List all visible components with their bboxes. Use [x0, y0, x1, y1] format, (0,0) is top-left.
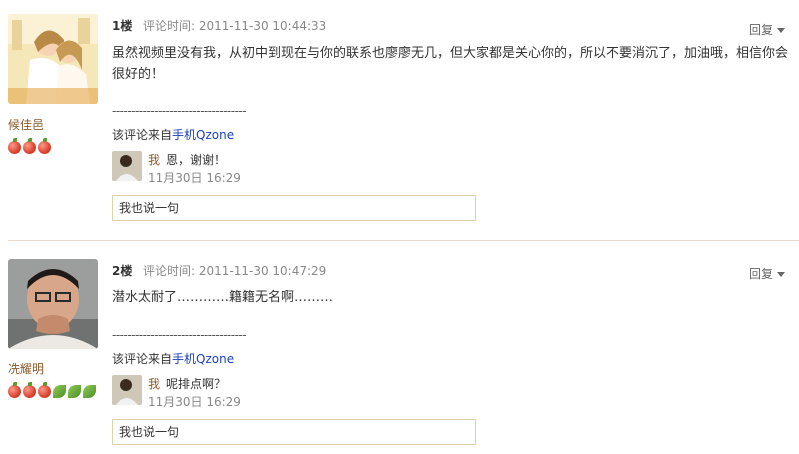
user-avatar[interactable]	[8, 259, 98, 349]
apple-badge-icon	[38, 138, 51, 154]
user-badges	[8, 382, 98, 398]
apple-badge-icon	[8, 382, 21, 398]
source-prefix: 该评论来自	[112, 352, 173, 366]
separator-dashes: -----------------------------------	[112, 328, 247, 342]
comment-text: 潜水太耐了…………籍籍无名啊………	[112, 290, 334, 305]
comment-time: 评论时间: 2011-11-30 10:44:33	[143, 19, 327, 33]
separator-dashes: -----------------------------------	[112, 104, 247, 118]
source-link[interactable]: 手机Qzone	[172, 352, 234, 366]
apple-badge-icon	[8, 138, 21, 154]
user-name[interactable]: 冼耀明	[8, 360, 44, 377]
apple-badge-icon	[23, 382, 36, 398]
floor-number: 2楼	[112, 264, 133, 278]
comment-item: 候佳邑 1楼 评论时间: 2011-11-30 10:44:33 回复 虽然视频…	[0, 0, 799, 240]
sub-reply-text: 呢排点啊？	[166, 377, 227, 391]
user-name[interactable]: 候佳邑	[8, 116, 44, 133]
sub-reply-line: 我呢排点啊？	[148, 375, 226, 392]
comment-item: 冼耀明 2楼 评论时间: 2011-11-30 10:47:29 回复 潜水太耐…	[0, 240, 799, 454]
apple-badge-icon	[38, 382, 51, 398]
leaf-badge-icon	[53, 385, 66, 398]
comment-text: 虽然视频里没有我，从初中到现在与你的联系也廖廖无几，但大家都是关心你的，所以不要…	[112, 46, 789, 82]
sub-reply-date: 11月30日 16:29	[148, 395, 241, 409]
reply-button[interactable]: 回复	[749, 265, 785, 282]
floor-number: 1楼	[112, 19, 133, 33]
sub-reply-user[interactable]: 我	[148, 377, 160, 391]
comment-time: 评论时间: 2011-11-30 10:47:29	[143, 264, 327, 278]
say-something-input[interactable]: 我也说一句	[112, 419, 476, 445]
leaf-badge-icon	[68, 385, 81, 398]
apple-badge-icon	[23, 138, 36, 154]
reply-avatar[interactable]	[112, 151, 142, 181]
user-avatar[interactable]	[8, 14, 98, 104]
reply-label: 回复	[748, 23, 773, 37]
comment-source: 该评论来自手机Qzone	[112, 126, 234, 143]
sub-reply-date: 11月30日 16:29	[148, 171, 241, 185]
say-something-input[interactable]: 我也说一句	[112, 195, 476, 221]
user-badges	[8, 138, 98, 154]
sub-reply-user[interactable]: 我	[148, 153, 160, 167]
sub-reply-text: 恩，谢谢！	[166, 153, 227, 167]
reply-label: 回复	[748, 267, 773, 281]
leaf-badge-icon	[83, 385, 96, 398]
reply-button[interactable]: 回复	[749, 21, 785, 38]
sub-reply-line: 我恩，谢谢！	[148, 151, 226, 168]
source-link[interactable]: 手机Qzone	[172, 128, 234, 142]
reply-avatar[interactable]	[112, 375, 142, 405]
chevron-down-icon	[777, 28, 785, 33]
source-prefix: 该评论来自	[112, 128, 173, 142]
comment-source: 该评论来自手机Qzone	[112, 350, 234, 367]
chevron-down-icon	[777, 272, 785, 277]
